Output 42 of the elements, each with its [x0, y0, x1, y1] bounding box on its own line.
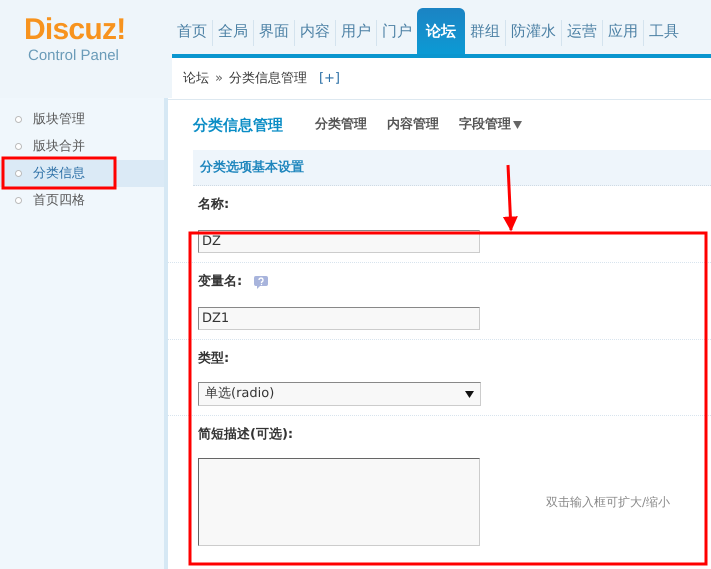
help-icon[interactable] [254, 275, 268, 289]
nav-tab[interactable]: 群组 [465, 14, 505, 48]
description-textarea[interactable] [198, 458, 480, 546]
field-label: 简短描述(可选): [198, 426, 294, 444]
page-title: 分类信息管理 [193, 114, 283, 136]
nav-tab[interactable]: 论坛 [417, 8, 465, 54]
field-label: 变量名: [198, 272, 242, 292]
hint-text: 双击输入框可扩大/缩小 [546, 494, 670, 511]
sidebar-item[interactable]: 分类信息 [0, 160, 164, 187]
sidebar-item[interactable]: 版块合并 [0, 133, 164, 160]
subnav-tab[interactable]: 分类管理 [315, 115, 367, 135]
logo-title: Discuz! [24, 14, 126, 46]
nav-tab[interactable]: 用户 [336, 14, 376, 48]
subnav-tab[interactable]: 内容管理 [387, 115, 439, 135]
nav-tab[interactable]: 工具 [644, 14, 684, 48]
nav-tab[interactable]: 内容 [295, 14, 335, 48]
dropdown-arrow-icon [465, 390, 474, 398]
logo-subtitle: Control Panel [28, 46, 119, 66]
nav-tab[interactable]: 首页 [172, 14, 212, 48]
bullet-icon [15, 116, 22, 123]
nav-tab[interactable]: 防灌水 [506, 14, 561, 48]
breadcrumb-separator: » [215, 70, 223, 88]
section-title: 分类选项基本设置 [200, 158, 304, 177]
text-field[interactable]: DZ1 [198, 307, 480, 330]
bullet-icon [15, 170, 22, 177]
nav-tab[interactable]: 应用 [603, 14, 643, 48]
add-shortcut-link[interactable]: [+] [318, 68, 340, 88]
breadcrumb-link[interactable]: 论坛 [183, 68, 209, 88]
field-label: 类型: [198, 350, 230, 368]
sidebar-item[interactable]: 首页四格 [0, 187, 164, 214]
bullet-icon [15, 143, 22, 150]
nav-tab[interactable]: 全局 [213, 14, 253, 48]
nav-tab[interactable]: 运营 [562, 14, 602, 48]
breadcrumb-current: 分类信息管理 [228, 70, 307, 88]
sidebar-item[interactable]: 版块管理 [0, 106, 164, 133]
nav-tab[interactable]: 门户 [377, 14, 417, 48]
bullet-icon [15, 197, 22, 204]
nav-tab[interactable]: 界面 [254, 14, 294, 48]
field-label: 名称: [198, 196, 230, 214]
subnav-tab[interactable]: 字段管理 [459, 115, 522, 135]
type-select[interactable]: 单选(radio) [198, 382, 481, 406]
annotation-arrow [502, 164, 518, 232]
